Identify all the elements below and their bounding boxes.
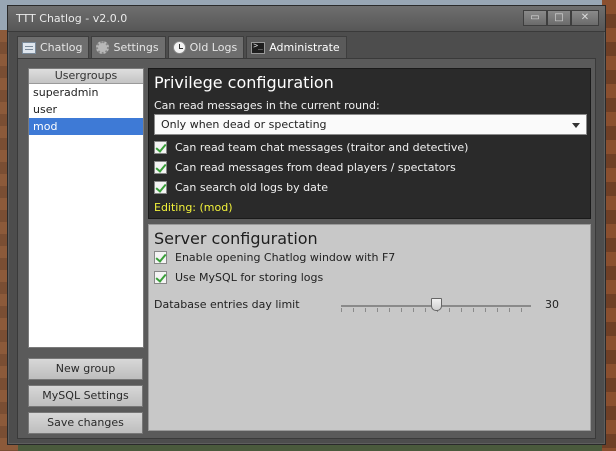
window-title: TTT Chatlog - v2.0.0 <box>16 12 128 25</box>
checkbox-label: Can search old logs by date <box>175 181 328 194</box>
tab-settings[interactable]: Settings <box>91 36 166 58</box>
console-icon <box>251 41 266 54</box>
tab-bar: Chatlog Settings Old Logs Administrate <box>17 36 347 58</box>
close-button[interactable]: ✕ <box>571 10 599 26</box>
mysql-settings-button[interactable]: MySQL Settings <box>28 385 143 407</box>
tab-label: Chatlog <box>40 41 83 54</box>
gear-icon <box>96 41 110 54</box>
day-limit-value: 30 <box>545 298 559 311</box>
title-bar[interactable]: TTT Chatlog - v2.0.0 ▭ □ ✕ <box>8 6 605 32</box>
usergroup-item-mod[interactable]: mod <box>29 118 143 135</box>
privilege-configuration: Privilege configuration Can read message… <box>148 68 591 219</box>
editing-status: Editing: (mod) <box>154 201 233 214</box>
checkbox-label: Can read team chat messages (traitor and… <box>175 141 469 154</box>
window-controls: ▭ □ ✕ <box>523 10 599 26</box>
f7-option: Enable opening Chatlog window with F7 <box>154 251 395 264</box>
chevron-down-icon <box>572 123 580 128</box>
server-title: Server configuration <box>154 229 318 248</box>
search-old-logs-checkbox[interactable] <box>154 181 167 194</box>
search-old-logs-option: Can search old logs by date <box>154 181 328 194</box>
read-messages-dropdown[interactable]: Only when dead or spectating <box>154 114 587 135</box>
mysql-checkbox[interactable] <box>154 271 167 284</box>
clock-icon <box>172 41 186 54</box>
read-messages-label: Can read messages in the current round: <box>154 99 380 112</box>
server-configuration: Server configuration Enable opening Chat… <box>148 224 591 431</box>
tab-administrate[interactable]: Administrate <box>246 36 347 58</box>
mysql-option: Use MySQL for storing logs <box>154 271 323 284</box>
minimize-button[interactable]: ▭ <box>523 10 547 26</box>
dropdown-value: Only when dead or spectating <box>161 118 327 131</box>
tab-label: Administrate <box>269 41 340 54</box>
tab-label: Old Logs <box>189 41 238 54</box>
checkbox-label: Use MySQL for storing logs <box>175 271 324 284</box>
team-chat-option: Can read team chat messages (traitor and… <box>154 141 468 154</box>
administrate-panel: Usergroups superadmin user mod New group… <box>17 58 596 439</box>
team-chat-checkbox[interactable] <box>154 141 167 154</box>
usergroup-item-superadmin[interactable]: superadmin <box>29 84 143 101</box>
usergroups-header: Usergroups <box>29 69 143 84</box>
checkbox-label: Can read messages from dead players / sp… <box>175 161 456 174</box>
tab-old-logs[interactable]: Old Logs <box>167 36 245 58</box>
day-limit-label: Database entries day limit <box>154 298 300 311</box>
privilege-title: Privilege configuration <box>154 73 334 92</box>
document-icon <box>22 41 36 54</box>
usergroup-item-user[interactable]: user <box>29 101 143 118</box>
tab-chatlog[interactable]: Chatlog <box>17 36 90 58</box>
checkbox-label: Enable opening Chatlog window with F7 <box>175 251 396 264</box>
dead-players-option: Can read messages from dead players / sp… <box>154 161 456 174</box>
dead-players-checkbox[interactable] <box>154 161 167 174</box>
save-changes-button[interactable]: Save changes <box>28 412 143 434</box>
usergroups-list: Usergroups superadmin user mod <box>28 68 144 348</box>
f7-checkbox[interactable] <box>154 251 167 264</box>
chatlog-window: TTT Chatlog - v2.0.0 ▭ □ ✕ Chatlog Setti… <box>7 5 606 445</box>
tab-label: Settings <box>113 41 159 54</box>
maximize-button[interactable]: □ <box>547 10 571 26</box>
day-limit-slider-handle[interactable] <box>430 298 442 311</box>
new-group-button[interactable]: New group <box>28 358 143 380</box>
